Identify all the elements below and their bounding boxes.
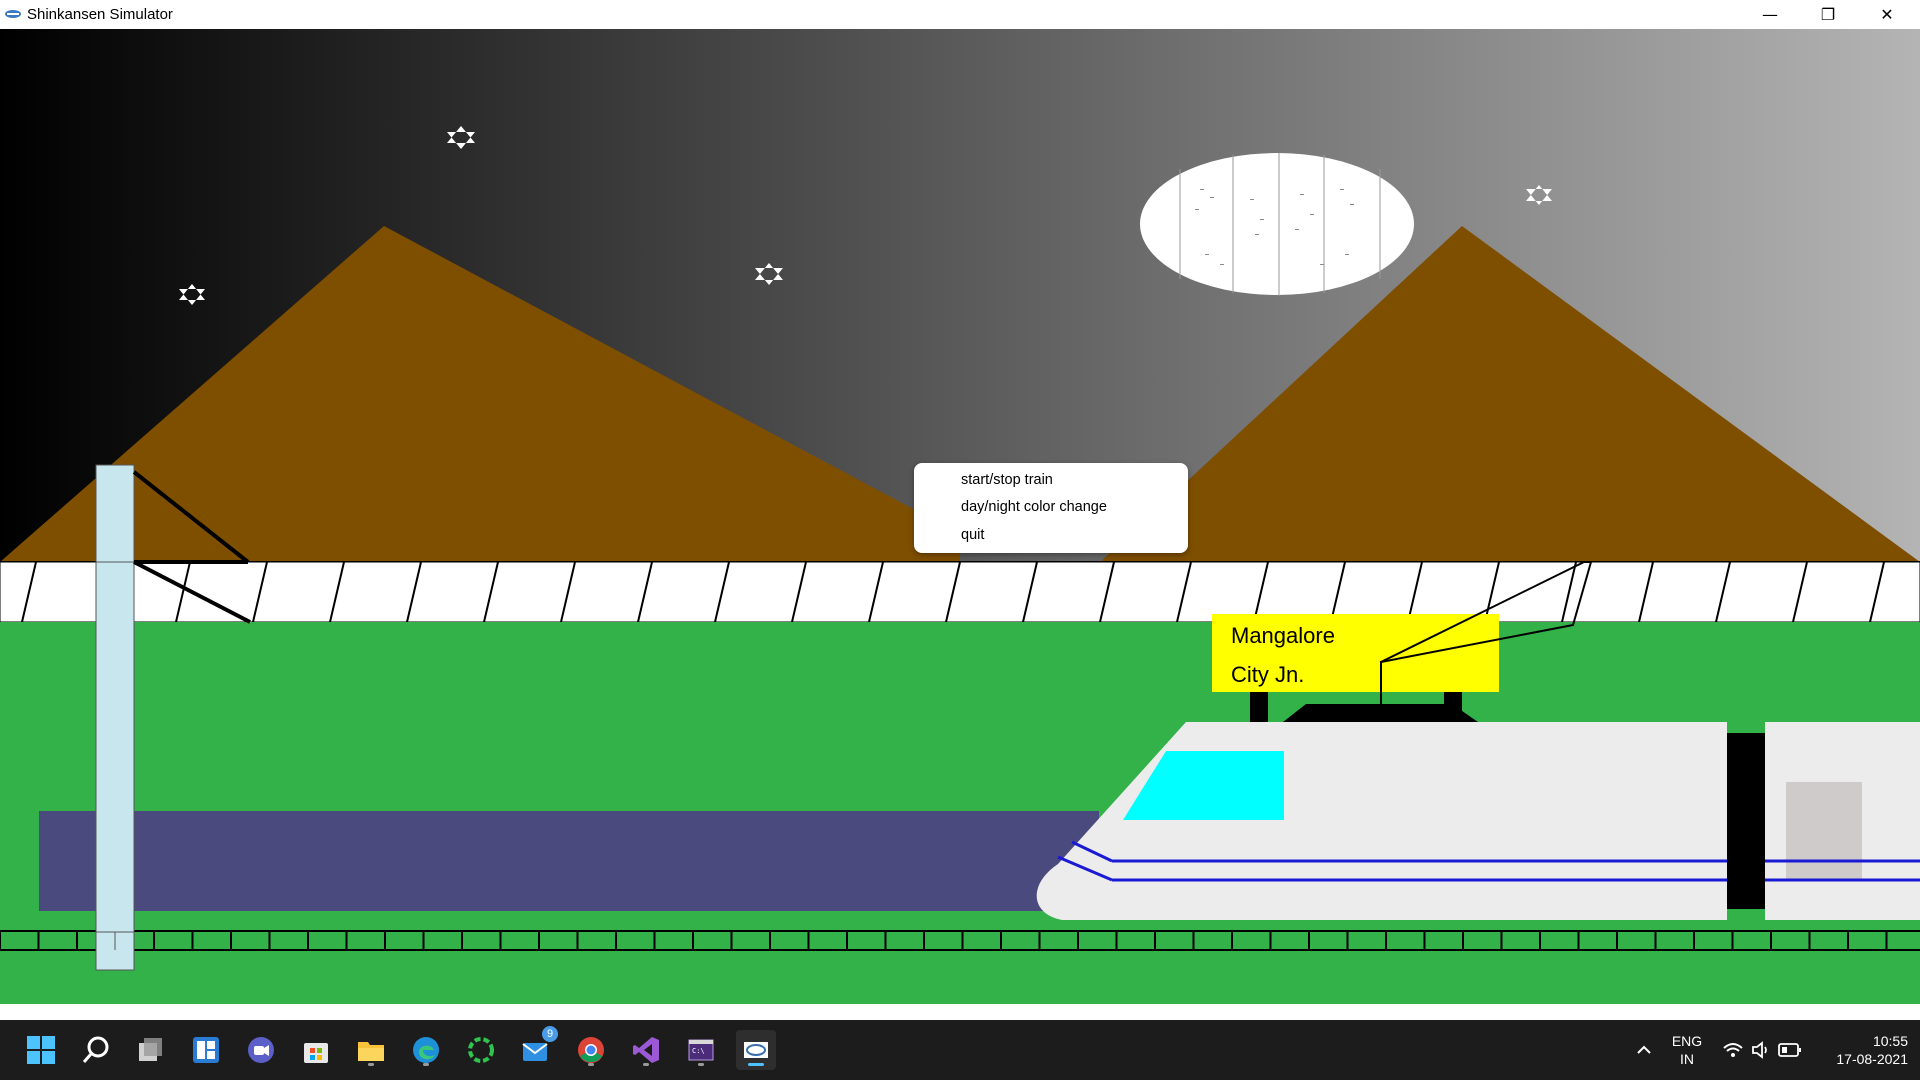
clock[interactable]: 10:55 17-08-2021 xyxy=(1812,1032,1908,1068)
start-button[interactable] xyxy=(21,1030,61,1070)
close-icon: ✕ xyxy=(1880,5,1894,24)
context-menu: start/stop train day/night color change … xyxy=(914,463,1188,553)
taskbar: 9 C:\ ENG IN 10:55 17-08-2021 xyxy=(0,1020,1920,1080)
network-volume-battery-group[interactable] xyxy=(1722,1038,1806,1062)
task-view-icon xyxy=(139,1038,162,1061)
edge-button[interactable] xyxy=(406,1030,446,1070)
restore-icon: ❐ xyxy=(1820,5,1836,24)
battery-icon xyxy=(1778,1043,1801,1057)
language-indicator[interactable]: ENG IN xyxy=(1664,1032,1710,1068)
title-bar: Shinkansen Simulator — ❐ ✕ xyxy=(0,0,1920,29)
wifi-icon xyxy=(1723,1043,1743,1057)
chevron-up-icon xyxy=(1637,1045,1651,1054)
station-sign-line1: Mangalore xyxy=(1231,623,1335,648)
widgets-button[interactable] xyxy=(186,1030,226,1070)
active-indicator xyxy=(748,1063,764,1066)
mail-button[interactable]: 9 xyxy=(516,1026,558,1070)
clock-time: 10:55 xyxy=(1872,1033,1908,1049)
menu-item-quit[interactable]: quit xyxy=(961,527,984,543)
fence xyxy=(0,561,1920,623)
running-indicator xyxy=(698,1063,704,1066)
visual-studio-icon xyxy=(633,1037,659,1063)
search-icon xyxy=(82,1036,109,1063)
car-gap xyxy=(1727,733,1765,909)
platform xyxy=(39,811,1099,911)
volume-icon xyxy=(1752,1041,1767,1059)
loading-app-icon xyxy=(468,1037,494,1063)
loading-app-button[interactable] xyxy=(461,1030,501,1070)
window-title: Shinkansen Simulator xyxy=(27,6,173,23)
terminal-icon: C:\ xyxy=(688,1039,714,1061)
file-explorer-icon xyxy=(358,1042,384,1061)
terminal-button[interactable]: C:\ xyxy=(681,1030,721,1070)
minimize-icon: — xyxy=(1762,5,1778,24)
mail-badge: 9 xyxy=(542,1026,558,1042)
station-sign-line2: City Jn. xyxy=(1231,662,1304,687)
show-hidden-icons-button[interactable] xyxy=(1634,1038,1654,1062)
edge-icon xyxy=(413,1037,439,1063)
teams-chat-icon xyxy=(248,1037,274,1063)
opengl-app-icon xyxy=(744,1042,768,1058)
clock-date: 17-08-2021 xyxy=(1836,1051,1908,1067)
microsoft-store-button[interactable] xyxy=(296,1030,336,1070)
minimize-button[interactable]: — xyxy=(1741,0,1799,29)
chrome-icon xyxy=(578,1037,604,1063)
file-explorer-button[interactable] xyxy=(351,1030,391,1070)
task-view-button[interactable] xyxy=(131,1030,171,1070)
running-indicator xyxy=(643,1063,649,1066)
menu-item-day-night-color-change[interactable]: day/night color change xyxy=(961,499,1107,515)
close-button[interactable]: ✕ xyxy=(1858,0,1916,29)
restore-button[interactable]: ❐ xyxy=(1799,0,1857,29)
running-indicator xyxy=(588,1063,594,1066)
language-line1: ENG xyxy=(1671,1033,1703,1049)
menu-item-start-stop-train[interactable]: start/stop train xyxy=(961,472,1053,488)
chrome-button[interactable] xyxy=(571,1030,611,1070)
microsoft-store-icon xyxy=(304,1043,328,1063)
widgets-icon xyxy=(193,1037,219,1063)
windows-start-icon xyxy=(27,1036,55,1064)
search-button[interactable] xyxy=(76,1030,116,1070)
running-indicator xyxy=(368,1063,374,1066)
visual-studio-button[interactable] xyxy=(626,1030,666,1070)
teams-chat-button[interactable] xyxy=(241,1030,281,1070)
train-door xyxy=(1786,782,1862,880)
app-icon xyxy=(5,10,21,18)
running-indicator xyxy=(423,1063,429,1066)
moon xyxy=(1140,153,1414,296)
svg-text:C:\: C:\ xyxy=(692,1047,705,1055)
language-line2: IN xyxy=(1680,1051,1694,1067)
opengl-app-button[interactable] xyxy=(736,1030,776,1070)
